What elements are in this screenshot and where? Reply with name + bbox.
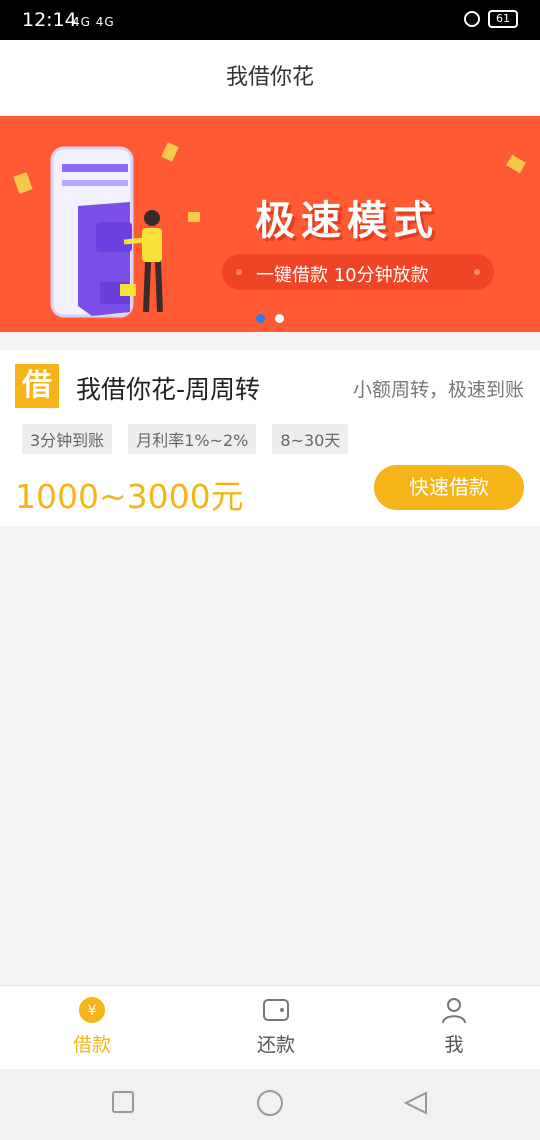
tag-arrival: 3分钟到账 — [22, 424, 113, 454]
lock-icon — [464, 11, 480, 27]
product-slogan: 小额周转，极速到账 — [352, 379, 524, 401]
pill-dot-right — [474, 269, 480, 275]
product-name: 我借你花-周周转 — [76, 375, 261, 404]
carousel-dot-2[interactable] — [275, 314, 284, 323]
tab-loan-label: 借款 — [72, 1034, 111, 1056]
tab-repay[interactable]: 还款 — [216, 996, 336, 1057]
banner-pill-text: 一键借款 10分钟放款 — [256, 265, 429, 286]
tab-repay-label: 还款 — [256, 1034, 295, 1056]
tab-me[interactable]: 我 — [394, 996, 514, 1057]
person-icon — [442, 998, 466, 1024]
signal-icon: 4G 4G — [72, 15, 115, 29]
home-icon[interactable] — [256, 1089, 284, 1117]
page-title: 我借你花 — [225, 65, 314, 90]
yen-coin-icon: ¥ — [79, 997, 105, 1023]
carousel-dot-1[interactable] — [256, 314, 265, 323]
tag-term: 8~30天 — [272, 424, 349, 454]
tab-loan[interactable]: ¥ 借款 — [32, 996, 152, 1057]
tag-rate: 月利率1%~2% — [128, 424, 257, 454]
status-right: 61 — [464, 10, 518, 28]
product-logo: 借 — [15, 364, 59, 408]
loan-amount: 1000~3000元 — [15, 477, 244, 516]
svg-text:¥: ¥ — [88, 1003, 97, 1019]
product-card[interactable]: 借 我借你花-周周转 小额周转，极速到账 3分钟到账 月利率1%~2% 8~30… — [0, 350, 540, 526]
status-bar: 12:14 4G 4G 61 — [0, 0, 540, 40]
status-time: 12:14 — [22, 9, 77, 31]
tab-me-label: 我 — [444, 1034, 464, 1056]
carousel-indicator[interactable] — [256, 314, 284, 323]
wallet-icon — [263, 999, 289, 1021]
battery-icon: 61 — [488, 10, 518, 28]
pill-dot-left — [236, 269, 242, 275]
banner-pill: 一键借款 10分钟放款 — [222, 254, 494, 290]
banner-headline: 极速模式 — [255, 198, 439, 244]
bottom-tab-bar: ¥ 借款 还款 我 — [0, 985, 540, 1070]
promo-banner[interactable]: 极速模式 一键借款 10分钟放款 — [0, 116, 540, 332]
quick-loan-button[interactable]: 快速借款 — [374, 465, 524, 510]
product-tags: 3分钟到账 月利率1%~2% 8~30天 — [22, 424, 349, 454]
system-nav-bar — [0, 1069, 540, 1140]
app-header: 我借你花 — [0, 40, 540, 116]
back-icon[interactable] — [404, 1091, 428, 1115]
recent-apps-icon[interactable] — [112, 1091, 134, 1113]
